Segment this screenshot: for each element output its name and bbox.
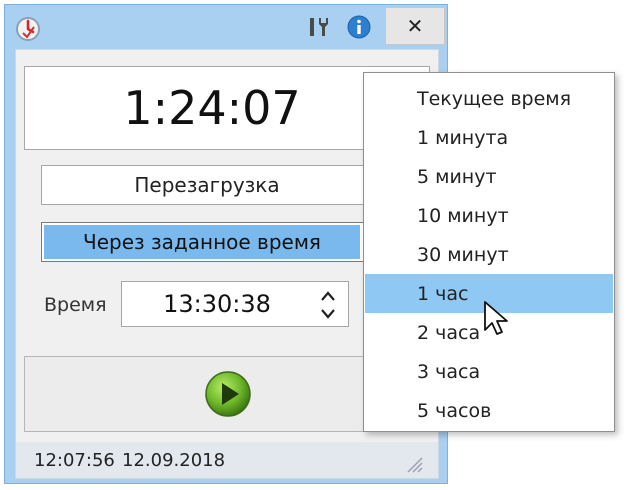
mode-select[interactable]: Через заданное время (41, 222, 413, 262)
play-icon[interactable] (203, 369, 253, 419)
action-select-value: Перезагрузка (134, 173, 280, 197)
shutdown-timer-app-icon (16, 17, 40, 41)
countdown-time: 1:24:07 (123, 81, 301, 135)
spin-down-icon[interactable] (320, 308, 336, 320)
dropdown-item[interactable]: 5 часов (365, 391, 613, 430)
dropdown-item[interactable]: 1 минута (365, 118, 613, 157)
title-bar: ✕ (5, 5, 447, 51)
dropdown-item[interactable]: 30 минут (365, 235, 613, 274)
status-time: 12:07:56 (34, 450, 115, 471)
mode-select-label: Через заданное время (83, 230, 321, 254)
status-bar: 12:07:56 12.09.2018 (16, 442, 438, 478)
time-input[interactable]: 13:30:38 (121, 281, 349, 327)
close-icon: ✕ (406, 14, 424, 38)
resize-grip-icon[interactable] (402, 452, 424, 474)
tools-icon[interactable] (305, 13, 333, 41)
dropdown-item[interactable]: 3 часа (365, 352, 613, 391)
time-preset-dropdown: Текущее время 1 минута 5 минут 10 минут … (363, 72, 615, 432)
dropdown-item[interactable]: 5 минут (365, 157, 613, 196)
time-input-value: 13:30:38 (163, 290, 271, 318)
spin-up-icon[interactable] (320, 290, 336, 302)
status-date: 12.09.2018 (122, 450, 226, 471)
action-select[interactable]: Перезагрузка (41, 165, 413, 205)
mode-select-value: Через заданное время (44, 225, 360, 259)
close-button[interactable]: ✕ (385, 7, 445, 45)
time-label: Время (44, 294, 107, 316)
dropdown-item[interactable]: 10 минут (365, 196, 613, 235)
info-icon[interactable] (345, 13, 373, 41)
dropdown-item[interactable]: Текущее время (365, 79, 613, 118)
mouse-cursor-icon (484, 301, 508, 335)
